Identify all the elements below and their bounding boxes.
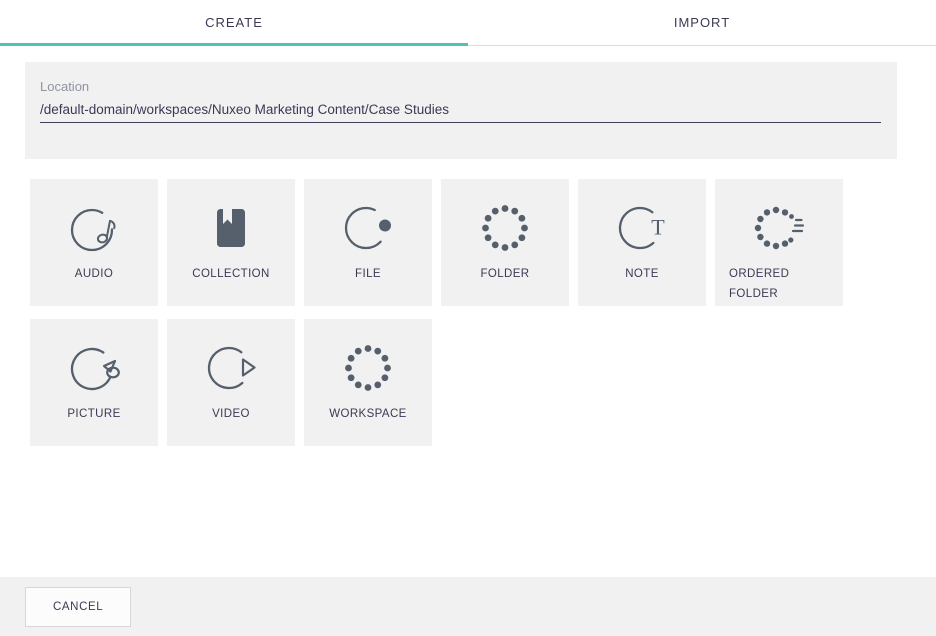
tile-note[interactable]: NOTE [578, 179, 706, 306]
note-t-circle-icon [614, 200, 670, 256]
tile-ordered-folder[interactable]: ORDERED FOLDER [715, 179, 843, 306]
tile-label: FOLDER [480, 264, 529, 284]
tab-import-label: IMPORT [674, 15, 730, 30]
tile-file[interactable]: FILE [304, 179, 432, 306]
tile-label: AUDIO [75, 264, 113, 284]
tile-label: PICTURE [67, 404, 120, 424]
picture-camera-circle-icon [66, 340, 122, 396]
cancel-button[interactable]: CANCEL [25, 587, 131, 627]
video-play-circle-icon [203, 340, 259, 396]
location-panel: Location /default-domain/workspaces/Nuxe… [25, 62, 897, 159]
tab-create[interactable]: CREATE [0, 0, 468, 45]
tile-picture[interactable]: PICTURE [30, 319, 158, 446]
dialog-footer: CANCEL [0, 577, 936, 636]
tile-collection[interactable]: COLLECTION [167, 179, 295, 306]
tile-label: VIDEO [212, 404, 250, 424]
tile-label: ORDERED FOLDER [729, 264, 829, 304]
dotted-circle-icon [477, 200, 533, 256]
collection-book-icon [203, 200, 259, 256]
tile-label: COLLECTION [192, 264, 270, 284]
tile-audio[interactable]: AUDIO [30, 179, 158, 306]
location-input[interactable]: /default-domain/workspaces/Nuxeo Marketi… [40, 102, 881, 123]
tab-create-label: CREATE [205, 15, 263, 30]
tile-folder[interactable]: FOLDER [441, 179, 569, 306]
location-label: Location [40, 80, 881, 94]
doc-type-grid: AUDIO COLLECTION FILE FOLDER NOTE ORDERE… [30, 179, 876, 446]
file-dot-circle-icon [340, 200, 396, 256]
tile-video[interactable]: VIDEO [167, 319, 295, 446]
tab-import[interactable]: IMPORT [468, 0, 936, 45]
tile-label: FILE [355, 264, 381, 284]
ordered-dotted-circle-icon [751, 200, 807, 256]
dialog-tabbar: CREATE IMPORT [0, 0, 936, 46]
dotted-circle-icon [340, 340, 396, 396]
tile-workspace[interactable]: WORKSPACE [304, 319, 432, 446]
tile-label: WORKSPACE [329, 404, 407, 424]
tile-label: NOTE [625, 264, 659, 284]
audio-note-circle-icon [66, 200, 122, 256]
create-tab-panel: Location /default-domain/workspaces/Nuxe… [0, 46, 936, 577]
